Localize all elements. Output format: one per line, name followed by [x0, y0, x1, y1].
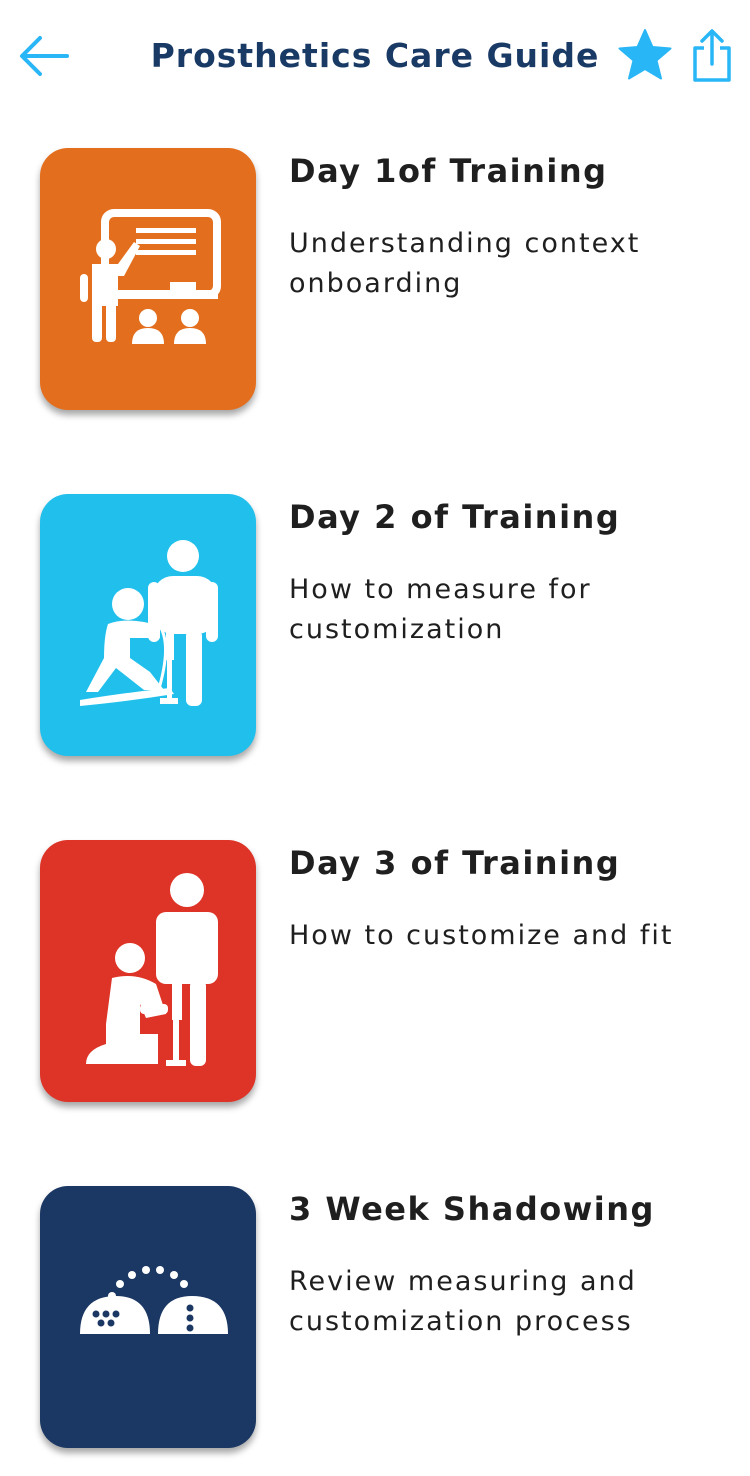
module-card-shadowing[interactable]: 3 Week Shadowing Review measuring and cu… — [0, 1186, 750, 1476]
classroom-icon — [40, 148, 256, 410]
star-icon — [618, 29, 672, 80]
shadowing-icon — [40, 1186, 256, 1448]
module-title: 3 Week Shadowing — [289, 1190, 655, 1228]
measuring-icon — [40, 494, 256, 756]
module-title: Day 2 of Training — [289, 498, 621, 536]
fitting-icon — [40, 840, 256, 1102]
favorite-button[interactable] — [616, 27, 674, 85]
module-description: Understanding context onboarding — [289, 228, 641, 299]
module-title: Day 1of Training — [289, 152, 608, 190]
module-title: Day 3 of Training — [289, 844, 621, 882]
module-description: How to measure for customization — [289, 574, 592, 645]
module-list: Day 1of Training Understanding context o… — [0, 0, 750, 1448]
module-description: Review measuring and customization proce… — [289, 1266, 637, 1337]
module-card-day-1[interactable]: Day 1of Training Understanding context o… — [0, 148, 750, 438]
nav-bar: Prosthetics Care Guide — [0, 0, 750, 112]
module-card-day-3[interactable]: Day 3 of Training How to customize and f… — [0, 840, 750, 1130]
module-description: How to customize and fit — [289, 920, 674, 951]
module-card-day-2[interactable]: Day 2 of Training How to measure for cus… — [0, 494, 750, 784]
share-button[interactable] — [690, 28, 734, 84]
share-icon — [693, 29, 731, 82]
